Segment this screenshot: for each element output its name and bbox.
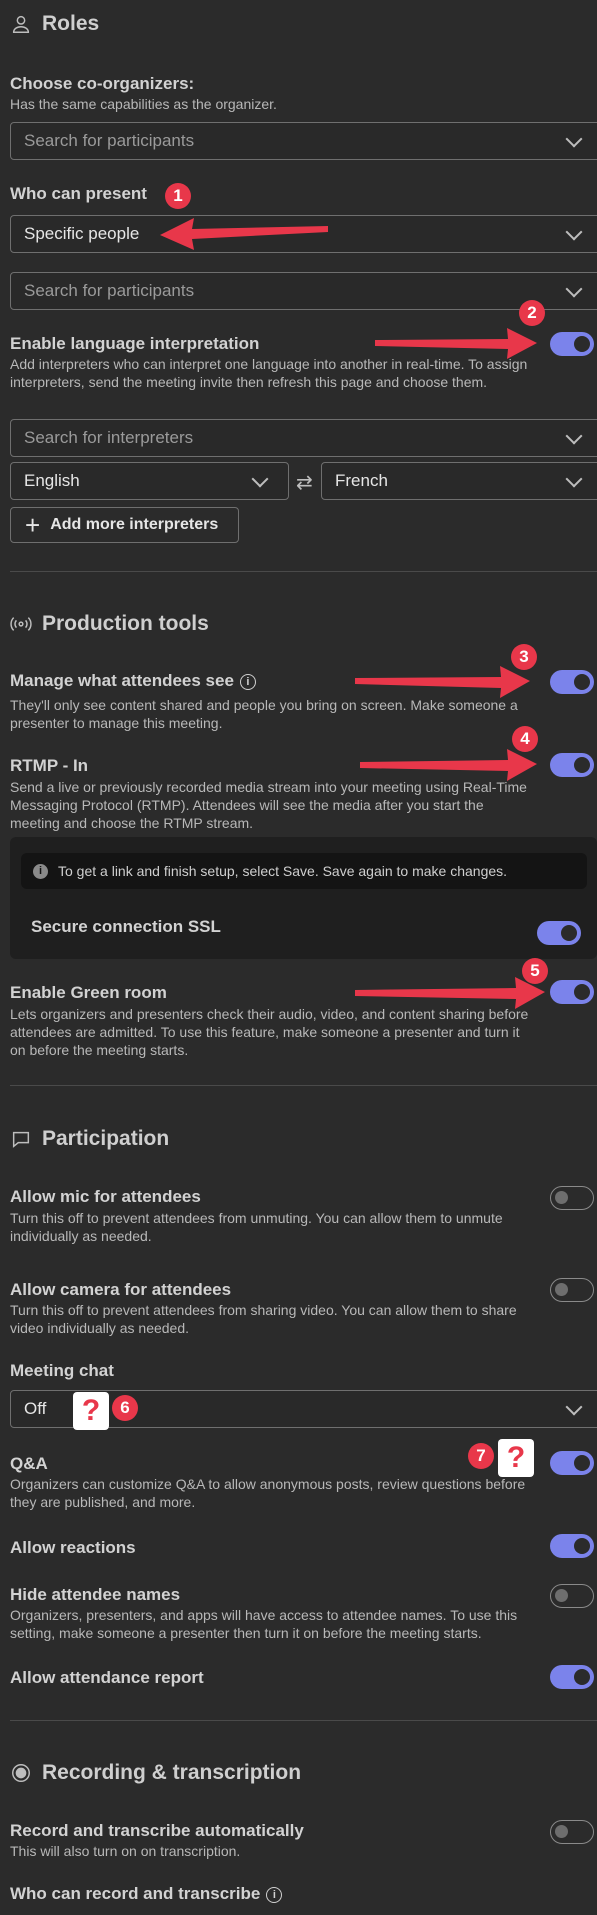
annotation-badge-4: 4 <box>512 726 538 752</box>
annotation-arrows <box>160 218 545 1009</box>
annotation-badge-5: 5 <box>522 958 548 984</box>
annotation-badge-1: 1 <box>165 183 191 209</box>
arrow-2 <box>375 328 537 359</box>
annotation-badge-7: 7 <box>468 1443 494 1469</box>
arrow-5 <box>355 977 545 1009</box>
question-mark-icon: ? <box>73 1392 109 1430</box>
annotation-badge-6: 6 <box>112 1395 138 1421</box>
arrow-1 <box>160 218 328 250</box>
question-mark-icon: ? <box>498 1439 534 1477</box>
arrow-4 <box>360 749 537 781</box>
annotation-badge-3: 3 <box>511 644 537 670</box>
annotation-badge-2: 2 <box>519 300 545 326</box>
arrow-3 <box>355 666 530 698</box>
